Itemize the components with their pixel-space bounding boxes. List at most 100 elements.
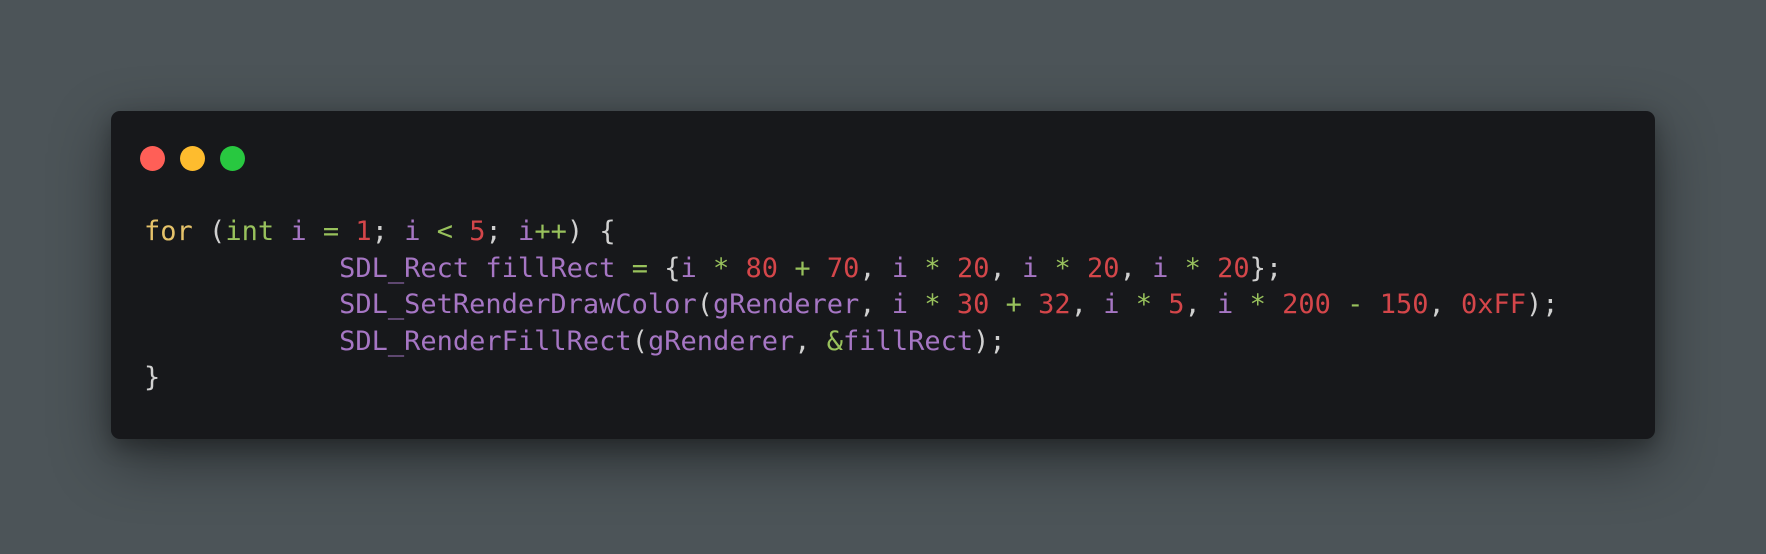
code-token: , [794, 325, 827, 357]
code-token: ); [973, 325, 1006, 357]
code-window: for (int i = 1; i < 5; i++) { SDL_Rect f… [111, 111, 1655, 439]
code-token: * [1184, 252, 1201, 284]
code-token: 20 [1217, 252, 1250, 284]
code-token: ; [485, 216, 519, 247]
code-token: i [1103, 289, 1120, 320]
code-token: + [794, 252, 811, 284]
code-token: i [680, 252, 697, 284]
code-token: fillRect [843, 325, 974, 357]
code-token: gRenderer [712, 289, 860, 320]
code-token: gRenderer [647, 325, 795, 357]
code-line: SDL_RenderFillRect(gRenderer, &fillRect)… [144, 324, 1559, 361]
code-token: * [1249, 289, 1266, 320]
code-token: SDL_Rect [339, 252, 470, 284]
code-token: , [859, 252, 892, 284]
close-dot-icon[interactable] [140, 146, 165, 171]
code-token: ( [631, 325, 648, 357]
code-token: i [1217, 289, 1234, 320]
code-token: ( [209, 216, 226, 247]
code-token: i [290, 216, 307, 247]
code-token: * [713, 252, 730, 284]
code-token: { [647, 252, 681, 284]
code-token: 32 [1038, 289, 1071, 320]
code-token: SDL_RenderFillRect [339, 325, 632, 357]
code-token: i [1021, 252, 1039, 284]
code-line: SDL_Rect fillRect = {i * 80 + 70, i * 20… [144, 251, 1559, 288]
code-token: ); [1526, 289, 1559, 320]
code-token: i [891, 252, 909, 284]
code-token: i [891, 289, 909, 320]
code-token: , [1428, 289, 1461, 320]
code-token: < [436, 216, 453, 247]
code-token: , [1184, 289, 1218, 320]
code-token: 0xFF [1460, 289, 1527, 320]
code-token: 80 [745, 252, 779, 284]
code-token: , [1119, 252, 1153, 284]
code-token: 1 [355, 216, 372, 247]
code-token: }; [1249, 252, 1283, 284]
code-token: 5 [469, 216, 486, 247]
code-token: for [144, 216, 193, 247]
code-token: 20 [1087, 252, 1120, 284]
code-token: ) { [566, 216, 616, 247]
code-token: 20 [956, 252, 990, 284]
code-token: , [859, 289, 892, 320]
window-controls [140, 146, 245, 171]
maximize-dot-icon[interactable] [220, 146, 245, 171]
code-token: 150 [1379, 289, 1429, 320]
code-token: , [1070, 289, 1104, 320]
code-token: = [631, 252, 648, 284]
code-token: = [322, 216, 340, 247]
code-token: & [826, 325, 844, 357]
code-token: - [1347, 289, 1364, 320]
code-token: * [924, 289, 941, 320]
code-token: ++ [534, 216, 567, 247]
code-token: i [518, 216, 535, 247]
code-token: 70 [826, 252, 860, 284]
code-token: 30 [956, 289, 990, 320]
code-line: SDL_SetRenderDrawColor(gRenderer, i * 30… [144, 287, 1559, 324]
code-token: ( [696, 289, 713, 320]
code-line: } [144, 360, 1559, 397]
code-token: } [144, 362, 161, 393]
code-token: * [1054, 252, 1071, 284]
code-token: SDL_SetRenderDrawColor [339, 289, 697, 320]
code-token: * [1135, 289, 1152, 320]
code-token: ; [371, 216, 405, 247]
code-token: + [1005, 289, 1022, 320]
minimize-dot-icon[interactable] [180, 146, 205, 171]
code-token: 5 [1168, 289, 1185, 320]
code-block: for (int i = 1; i < 5; i++) { SDL_Rect f… [144, 214, 1559, 397]
